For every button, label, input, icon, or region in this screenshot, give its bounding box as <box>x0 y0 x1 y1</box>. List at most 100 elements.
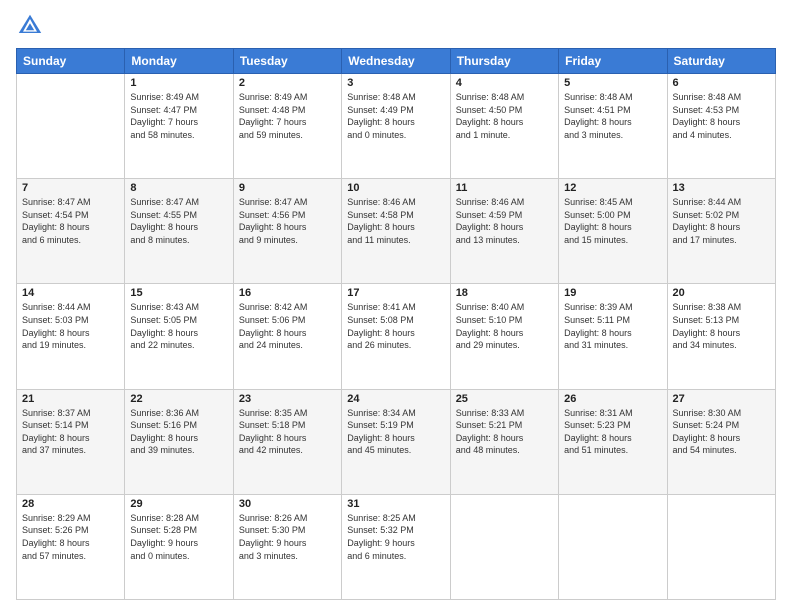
calendar-cell: 16 Sunrise: 8:42 AM Sunset: 5:06 PM Dayli… <box>233 284 341 389</box>
calendar-cell: 13 Sunrise: 8:44 AM Sunset: 5:02 PM Dayli… <box>667 179 775 284</box>
day-info: Sunrise: 8:42 AM Sunset: 5:06 PM Dayligh… <box>239 301 336 351</box>
day-number: 6 <box>673 77 770 89</box>
calendar-cell <box>450 494 558 599</box>
weekday-header-tuesday: Tuesday <box>233 49 341 74</box>
day-info: Sunrise: 8:29 AM Sunset: 5:26 PM Dayligh… <box>22 512 119 562</box>
day-info: Sunrise: 8:30 AM Sunset: 5:24 PM Dayligh… <box>673 407 770 457</box>
day-info: Sunrise: 8:48 AM Sunset: 4:49 PM Dayligh… <box>347 91 444 141</box>
day-number: 10 <box>347 182 444 194</box>
day-info: Sunrise: 8:35 AM Sunset: 5:18 PM Dayligh… <box>239 407 336 457</box>
day-number: 5 <box>564 77 661 89</box>
calendar-cell: 17Sunrise: 8:41 AM Sunset: 5:08 PM Dayli… <box>342 284 450 389</box>
logo-icon <box>16 12 44 40</box>
day-number: 13 <box>673 182 770 194</box>
logo <box>16 12 48 40</box>
day-info: Sunrise: 8:41 AM Sunset: 5:08 PM Dayligh… <box>347 301 444 351</box>
day-number: 15 <box>130 287 227 299</box>
calendar-cell: 20 Sunrise: 8:38 AM Sunset: 5:13 PM Dayli… <box>667 284 775 389</box>
day-info: Sunrise: 8:38 AM Sunset: 5:13 PM Dayligh… <box>673 301 770 351</box>
calendar-cell: 28 Sunrise: 8:29 AM Sunset: 5:26 PM Dayli… <box>17 494 125 599</box>
day-info: Sunrise: 8:46 AM Sunset: 4:58 PM Dayligh… <box>347 196 444 246</box>
week-row-4: 21 Sunrise: 8:37 AM Sunset: 5:14 PM Dayli… <box>17 389 776 494</box>
day-info: Sunrise: 8:49 AM Sunset: 4:47 PM Dayligh… <box>130 91 227 141</box>
day-info: Sunrise: 8:43 AM Sunset: 5:05 PM Dayligh… <box>130 301 227 351</box>
page: SundayMondayTuesdayWednesdayThursdayFrid… <box>0 0 792 612</box>
day-info: Sunrise: 8:39 AM Sunset: 5:11 PM Dayligh… <box>564 301 661 351</box>
day-number: 29 <box>130 498 227 510</box>
calendar-cell: 22 Sunrise: 8:36 AM Sunset: 5:16 PM Dayli… <box>125 389 233 494</box>
day-number: 16 <box>239 287 336 299</box>
day-number: 8 <box>130 182 227 194</box>
week-row-2: 7Sunrise: 8:47 AM Sunset: 4:54 PM Daylig… <box>17 179 776 284</box>
day-info: Sunrise: 8:34 AM Sunset: 5:19 PM Dayligh… <box>347 407 444 457</box>
day-number: 3 <box>347 77 444 89</box>
day-number: 19 <box>564 287 661 299</box>
week-row-5: 28 Sunrise: 8:29 AM Sunset: 5:26 PM Dayli… <box>17 494 776 599</box>
header <box>16 12 776 40</box>
calendar-cell: 7Sunrise: 8:47 AM Sunset: 4:54 PM Daylig… <box>17 179 125 284</box>
calendar-cell: 31 Sunrise: 8:25 AM Sunset: 5:32 PM Dayli… <box>342 494 450 599</box>
calendar-cell: 3 Sunrise: 8:48 AM Sunset: 4:49 PM Daylig… <box>342 74 450 179</box>
day-info: Sunrise: 8:25 AM Sunset: 5:32 PM Dayligh… <box>347 512 444 562</box>
day-number: 31 <box>347 498 444 510</box>
day-info: Sunrise: 8:46 AM Sunset: 4:59 PM Dayligh… <box>456 196 553 246</box>
day-info: Sunrise: 8:49 AM Sunset: 4:48 PM Dayligh… <box>239 91 336 141</box>
day-info: Sunrise: 8:31 AM Sunset: 5:23 PM Dayligh… <box>564 407 661 457</box>
calendar-cell: 21 Sunrise: 8:37 AM Sunset: 5:14 PM Dayli… <box>17 389 125 494</box>
calendar-cell: 11 Sunrise: 8:46 AM Sunset: 4:59 PM Dayli… <box>450 179 558 284</box>
weekday-header-friday: Friday <box>559 49 667 74</box>
calendar-cell <box>559 494 667 599</box>
weekday-header-thursday: Thursday <box>450 49 558 74</box>
weekday-header-saturday: Saturday <box>667 49 775 74</box>
day-number: 18 <box>456 287 553 299</box>
calendar-cell: 10 Sunrise: 8:46 AM Sunset: 4:58 PM Dayli… <box>342 179 450 284</box>
calendar-cell: 9 Sunrise: 8:47 AM Sunset: 4:56 PM Daylig… <box>233 179 341 284</box>
day-info: Sunrise: 8:36 AM Sunset: 5:16 PM Dayligh… <box>130 407 227 457</box>
calendar-cell: 6 Sunrise: 8:48 AM Sunset: 4:53 PM Daylig… <box>667 74 775 179</box>
day-info: Sunrise: 8:47 AM Sunset: 4:56 PM Dayligh… <box>239 196 336 246</box>
week-row-3: 14 Sunrise: 8:44 AM Sunset: 5:03 PM Dayli… <box>17 284 776 389</box>
weekday-header-row: SundayMondayTuesdayWednesdayThursdayFrid… <box>17 49 776 74</box>
calendar-cell: 18 Sunrise: 8:40 AM Sunset: 5:10 PM Dayli… <box>450 284 558 389</box>
day-info: Sunrise: 8:26 AM Sunset: 5:30 PM Dayligh… <box>239 512 336 562</box>
calendar-cell <box>17 74 125 179</box>
calendar-cell: 14 Sunrise: 8:44 AM Sunset: 5:03 PM Dayli… <box>17 284 125 389</box>
calendar-cell: 26 Sunrise: 8:31 AM Sunset: 5:23 PM Dayli… <box>559 389 667 494</box>
day-number: 9 <box>239 182 336 194</box>
day-info: Sunrise: 8:47 AM Sunset: 4:55 PM Dayligh… <box>130 196 227 246</box>
calendar-cell: 24Sunrise: 8:34 AM Sunset: 5:19 PM Dayli… <box>342 389 450 494</box>
day-number: 28 <box>22 498 119 510</box>
day-info: Sunrise: 8:37 AM Sunset: 5:14 PM Dayligh… <box>22 407 119 457</box>
calendar-cell: 27 Sunrise: 8:30 AM Sunset: 5:24 PM Dayli… <box>667 389 775 494</box>
weekday-header-sunday: Sunday <box>17 49 125 74</box>
weekday-header-monday: Monday <box>125 49 233 74</box>
day-info: Sunrise: 8:47 AM Sunset: 4:54 PM Dayligh… <box>22 196 119 246</box>
calendar-cell: 5Sunrise: 8:48 AM Sunset: 4:51 PM Daylig… <box>559 74 667 179</box>
day-number: 25 <box>456 393 553 405</box>
day-info: Sunrise: 8:44 AM Sunset: 5:03 PM Dayligh… <box>22 301 119 351</box>
calendar-cell <box>667 494 775 599</box>
calendar-cell: 19 Sunrise: 8:39 AM Sunset: 5:11 PM Dayli… <box>559 284 667 389</box>
calendar-cell: 12Sunrise: 8:45 AM Sunset: 5:00 PM Dayli… <box>559 179 667 284</box>
day-info: Sunrise: 8:48 AM Sunset: 4:53 PM Dayligh… <box>673 91 770 141</box>
day-number: 30 <box>239 498 336 510</box>
calendar-cell: 29Sunrise: 8:28 AM Sunset: 5:28 PM Dayli… <box>125 494 233 599</box>
day-number: 1 <box>130 77 227 89</box>
day-info: Sunrise: 8:33 AM Sunset: 5:21 PM Dayligh… <box>456 407 553 457</box>
calendar-cell: 15 Sunrise: 8:43 AM Sunset: 5:05 PM Dayli… <box>125 284 233 389</box>
day-number: 27 <box>673 393 770 405</box>
day-number: 11 <box>456 182 553 194</box>
calendar-table: SundayMondayTuesdayWednesdayThursdayFrid… <box>16 48 776 600</box>
calendar-cell: 23Sunrise: 8:35 AM Sunset: 5:18 PM Dayli… <box>233 389 341 494</box>
day-number: 14 <box>22 287 119 299</box>
day-number: 4 <box>456 77 553 89</box>
calendar-cell: 1 Sunrise: 8:49 AM Sunset: 4:47 PM Daylig… <box>125 74 233 179</box>
day-number: 22 <box>130 393 227 405</box>
day-info: Sunrise: 8:40 AM Sunset: 5:10 PM Dayligh… <box>456 301 553 351</box>
day-number: 20 <box>673 287 770 299</box>
calendar-cell: 2Sunrise: 8:49 AM Sunset: 4:48 PM Daylig… <box>233 74 341 179</box>
day-info: Sunrise: 8:44 AM Sunset: 5:02 PM Dayligh… <box>673 196 770 246</box>
day-number: 26 <box>564 393 661 405</box>
week-row-1: 1 Sunrise: 8:49 AM Sunset: 4:47 PM Daylig… <box>17 74 776 179</box>
day-number: 21 <box>22 393 119 405</box>
